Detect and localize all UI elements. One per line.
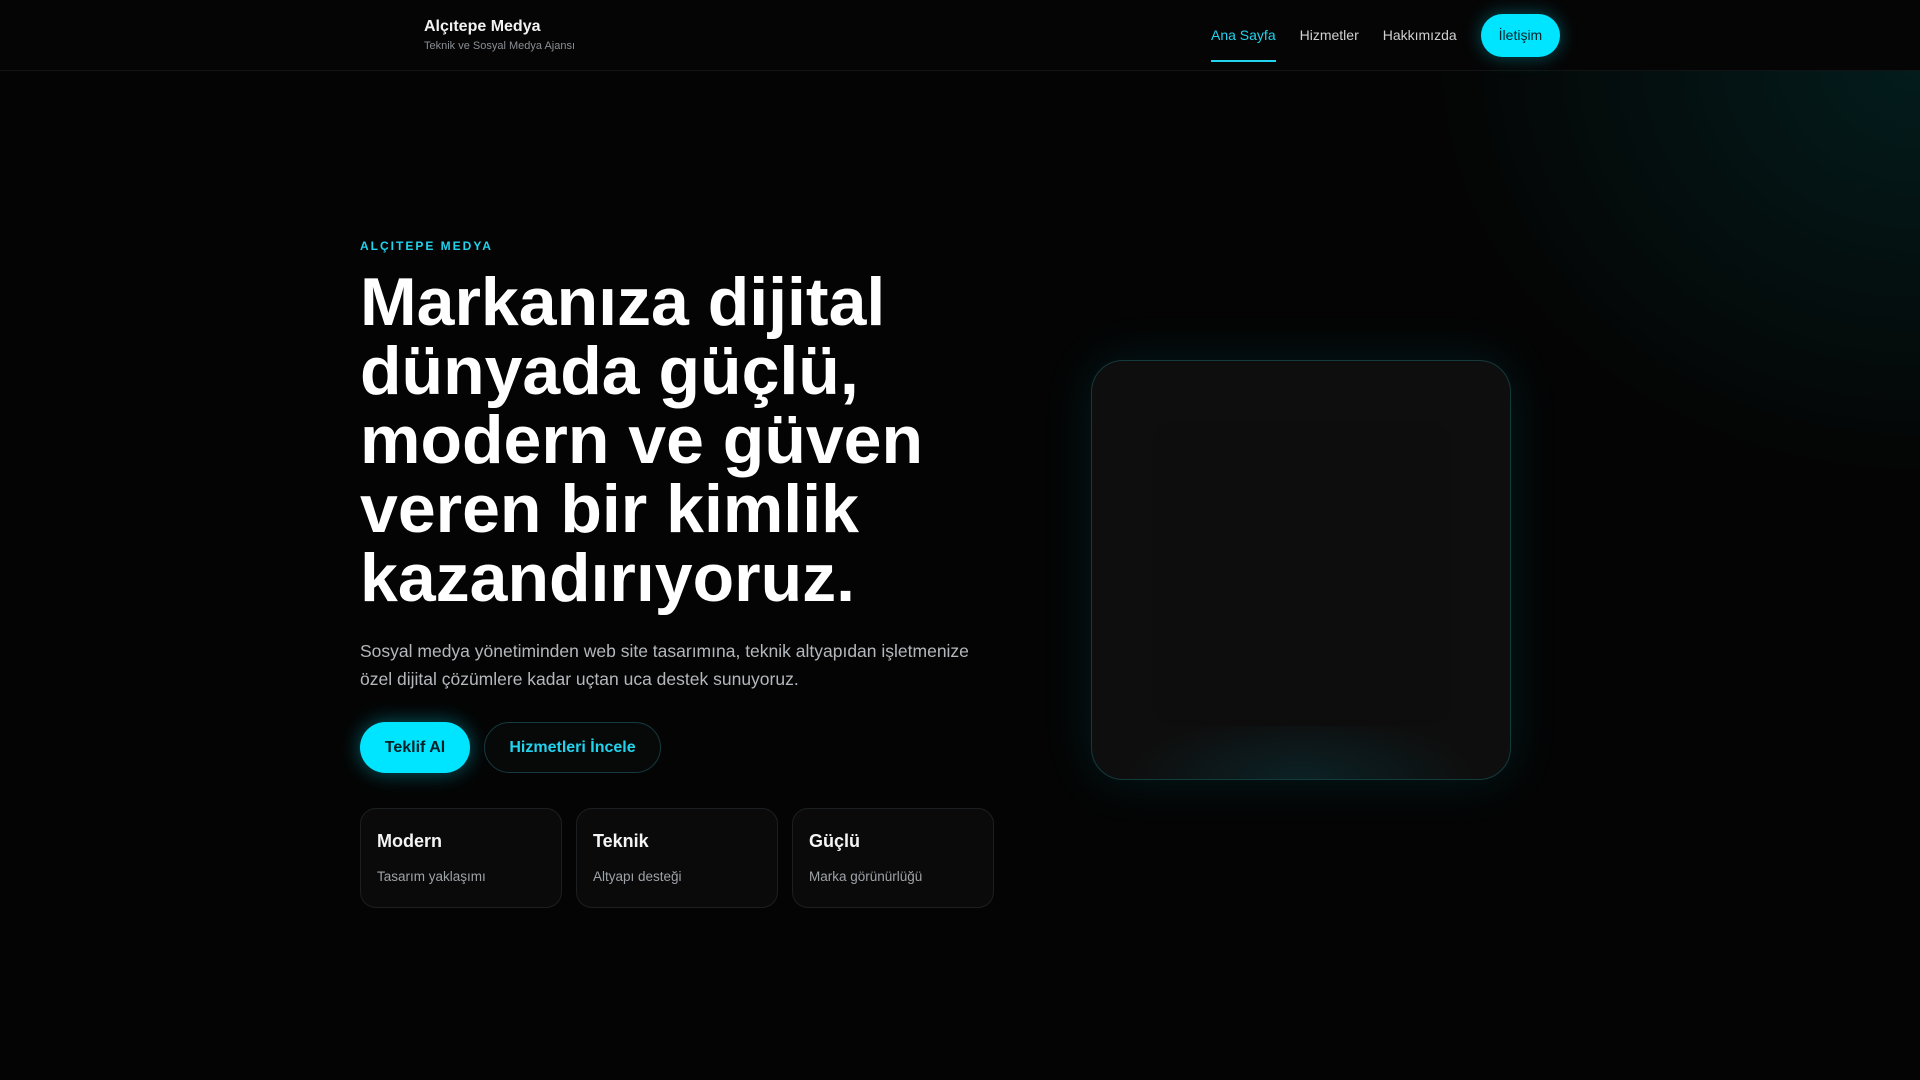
nav-about[interactable]: Hakkımızda [1383,14,1457,57]
get-quote-button[interactable]: Teklif Al [360,722,470,773]
view-services-button[interactable]: Hizmetleri İncele [484,722,661,773]
hero-visual-placeholder [1152,421,1452,726]
main-nav: Ana Sayfa Hizmetler Hakkımızda İletişim [1211,14,1584,62]
hero-visual-card [1091,360,1511,780]
nav-home[interactable]: Ana Sayfa [1211,14,1276,62]
hero-eyebrow: ALÇITEPE MEDYA [360,239,493,253]
contact-button[interactable]: İletişim [1480,14,1561,57]
feature-desc: Tasarım yaklaşımı [377,869,486,884]
brand-tagline: Teknik ve Sosyal Medya Ajansı [424,40,576,52]
feature-card-modern: Modern Tasarım yaklaşımı [360,808,562,908]
feature-card-technical: Teknik Altyapı desteği [576,808,778,908]
feature-card-strong: Güçlü Marka görünürlüğü [792,808,994,908]
feature-title: Güçlü [809,831,861,851]
feature-desc: Marka görünürlüğü [809,869,923,884]
feature-title: Teknik [593,831,649,851]
feature-desc: Altyapı desteği [593,869,682,884]
hero-title: Markanıza dijital dünyada güçlü, modern … [360,264,924,616]
feature-title: Modern [377,831,442,851]
site-header: Alçıtepe Medya Teknik ve Sosyal Medya Aj… [0,0,1920,71]
brand-name[interactable]: Alçıtepe Medya [424,18,540,36]
hero-lead: Sosyal medya yönetiminden web site tasar… [360,641,969,689]
nav-services[interactable]: Hizmetler [1300,14,1359,57]
